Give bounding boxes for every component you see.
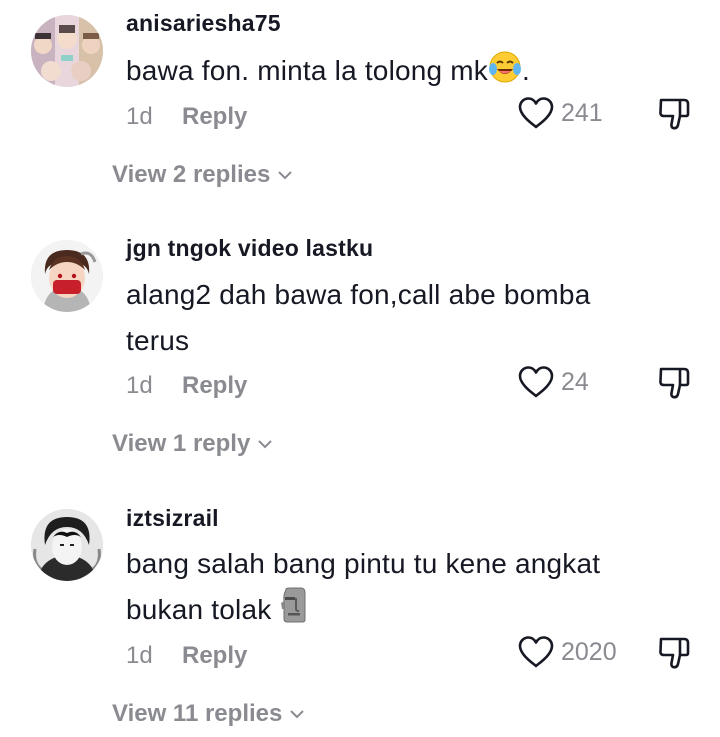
comment-text-line: bang salah bang pintu tu kene angkat (126, 548, 601, 579)
comment-text: bang salah bang pintu tu kene angkat buk… (126, 541, 686, 637)
like-count: 24 (561, 367, 589, 396)
heart-icon (518, 366, 554, 398)
comment-time: 1d (126, 372, 153, 399)
avatar[interactable] (31, 240, 103, 312)
thumbs-down-icon (659, 367, 690, 399)
avatar-image (31, 240, 103, 312)
laughing-crying-emoji (488, 50, 522, 98)
comment-text-line: alang2 dah bawa fon,call abe bomba (126, 279, 591, 310)
chevron-down-icon (278, 171, 293, 180)
view-replies-label: View 11 replies (112, 700, 283, 727)
comment-text-suffix: . (522, 55, 530, 86)
comment-text: alang2 dah bawa fon,call abe bomba terus (126, 272, 686, 364)
view-replies-label: View 1 reply (112, 430, 251, 457)
reply-button[interactable]: Reply (182, 372, 247, 400)
username[interactable]: anisariesha75 (126, 10, 281, 37)
view-replies-label: View 2 replies (112, 161, 271, 188)
chevron-down-icon (290, 710, 305, 719)
username[interactable]: iztsizrail (126, 505, 219, 532)
username[interactable]: jgn tngok video lastku (126, 235, 373, 262)
comment-text-body: bawa fon. minta la tolong mk (126, 55, 489, 86)
comment-time: 1d (126, 642, 153, 669)
like-count: 241 (561, 98, 603, 127)
dislike-button[interactable] (657, 635, 693, 671)
like-button[interactable]: 24 (517, 365, 589, 399)
chevron-down-icon (258, 440, 273, 449)
avatar[interactable] (31, 509, 103, 581)
comment-text-line-2: bukan tolak (126, 587, 686, 637)
avatar[interactable] (31, 15, 103, 87)
reply-button[interactable]: Reply (182, 103, 247, 131)
moai-emoji (279, 587, 309, 637)
avatar-image (31, 15, 103, 87)
like-count: 2020 (561, 637, 617, 666)
avatar-image (31, 509, 103, 581)
view-replies-button[interactable]: View 11 replies (112, 700, 306, 728)
heart-icon (518, 636, 554, 668)
thumbs-down-icon (659, 98, 690, 130)
view-replies-button[interactable]: View 2 replies (112, 161, 294, 189)
reply-button[interactable]: Reply (182, 642, 247, 670)
heart-icon (518, 97, 554, 129)
view-replies-button[interactable]: View 1 reply (112, 430, 274, 458)
like-button[interactable]: 241 (517, 96, 603, 130)
comment-text-line: bukan tolak (126, 594, 272, 625)
dislike-button[interactable] (657, 365, 693, 401)
like-button[interactable]: 2020 (517, 635, 617, 669)
comment-text: bawa fon. minta la tolong mk. (126, 48, 686, 98)
comment-time: 1d (126, 103, 153, 130)
comment-text-line: terus (126, 325, 190, 356)
thumbs-down-icon (659, 637, 690, 669)
dislike-button[interactable] (657, 96, 693, 132)
